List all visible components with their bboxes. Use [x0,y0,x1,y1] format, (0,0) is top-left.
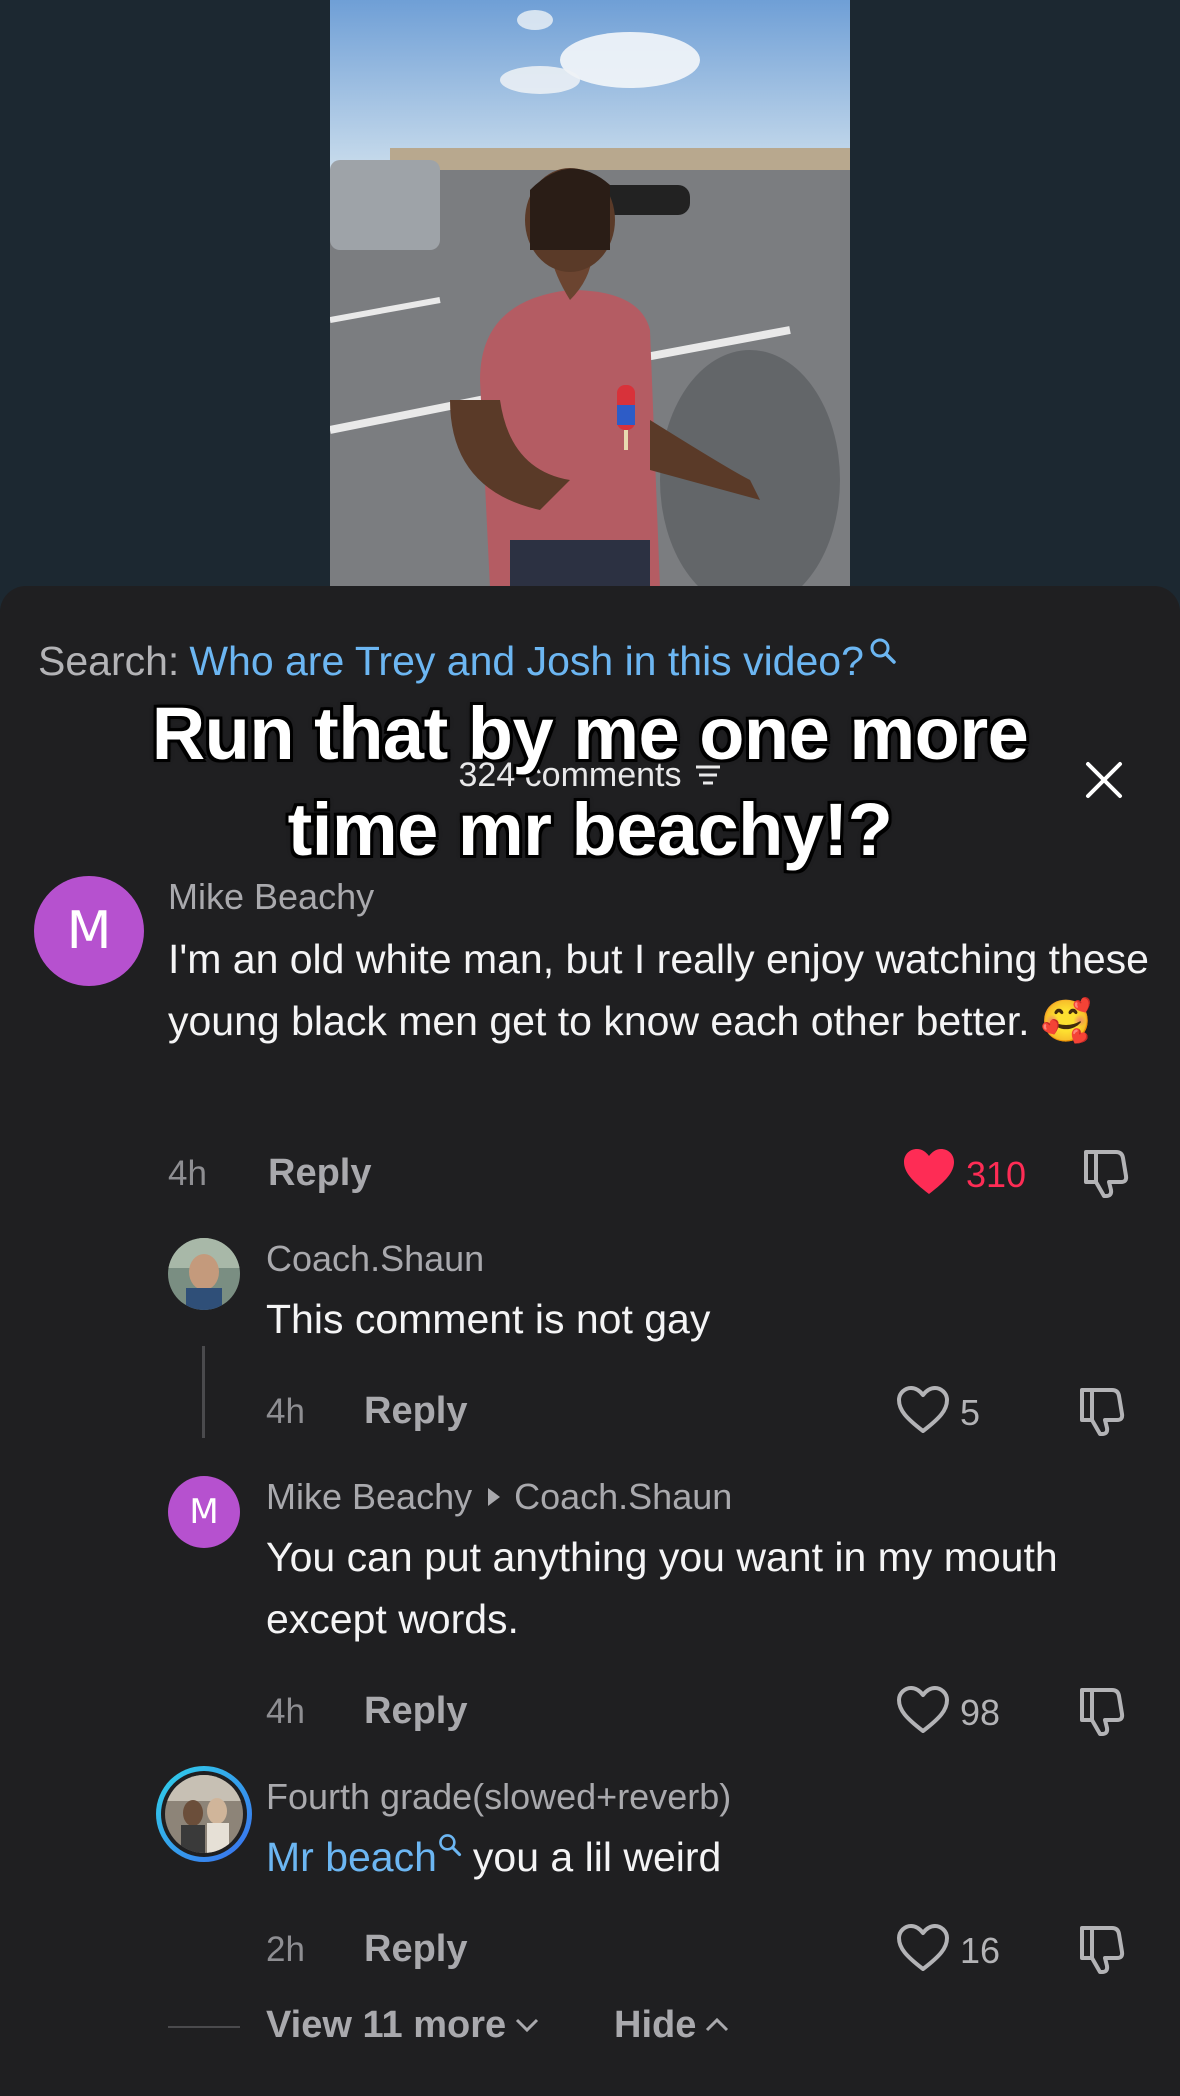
like-count: 16 [960,1930,1001,1971]
avatar-photo-image [165,1775,243,1853]
caption-line-2: time mr beachy!? [287,788,893,871]
heart-outline-icon[interactable] [896,1924,950,1974]
reply-button[interactable]: Reply [364,1690,467,1733]
comment-time: 4h [266,1692,305,1731]
search-icon [870,638,896,664]
reply-button[interactable]: Reply [268,1152,371,1195]
comment-username[interactable]: Mike Beachy [266,1476,472,1517]
view-more-label: View 11 more [266,2004,507,2046]
reply-to-username[interactable]: Coach.Shaun [514,1476,732,1517]
dislike-icon[interactable] [1076,1386,1128,1438]
comment-username[interactable]: Mike Beachy [168,876,374,918]
search-suggestion[interactable]: Search: Who are Trey and Josh in this vid… [38,638,898,685]
replies-divider [168,2026,240,2028]
video-caption-overlay: Run that by me one more time mr beachy!? [40,686,1140,878]
caption-line-1: Run that by me one more [151,692,1029,775]
view-more-replies-button[interactable]: View 11 more [266,2004,540,2047]
thread-line [202,1346,205,1438]
reply-button[interactable]: Reply [364,1390,467,1433]
comment-text: This comment is not gay [266,1296,711,1342]
comment-text: you a lil weird [472,1834,722,1880]
video-frame-image [330,0,850,588]
comment-username[interactable]: Coach.Shaun [266,1238,484,1280]
heart-outline-icon[interactable] [896,1686,950,1736]
search-icon [439,1834,461,1857]
like-count: 5 [960,1392,981,1433]
like-count: 98 [960,1692,1001,1733]
avatar[interactable]: M [34,876,144,986]
avatar-photo-image [168,1238,240,1310]
comment-time: 4h [168,1154,207,1193]
reply-to-arrow-icon [488,1488,501,1507]
video-player[interactable] [330,0,850,588]
dislike-icon[interactable] [1080,1148,1132,1200]
reply-button[interactable]: Reply [364,1928,467,1971]
comment-text: You can put anything you want in my mout… [266,1534,1058,1642]
dislike-icon[interactable] [1076,1924,1128,1976]
heart-outline-icon[interactable] [896,1386,950,1436]
avatar[interactable]: M [168,1476,240,1548]
comment-time: 4h [266,1392,305,1431]
like-count: 310 [966,1154,1027,1195]
comment-text: I'm an old white man, but I really enjoy… [168,936,1149,1044]
search-query-link[interactable]: Who are Trey and Josh in this video? [189,638,864,684]
chevron-up-icon [706,2017,729,2032]
comment-text-row: Mr beach you a lil weird [266,1826,1146,1888]
hide-replies-button[interactable]: Hide [614,2004,730,2047]
comment-username-row: Mike Beachy Coach.Shaun [266,1476,732,1518]
comment-username[interactable]: Fourth grade(slowed+reverb) [266,1776,731,1818]
chevron-down-icon [516,2018,539,2033]
dislike-icon[interactable] [1076,1686,1128,1738]
comments-sheet: Search: Who are Trey and Josh in this vid… [0,586,1180,2096]
heart-filled-icon[interactable] [902,1148,956,1198]
hide-label: Hide [614,2004,697,2046]
mention-search-link[interactable]: Mr beach [266,1834,437,1880]
comment-time: 2h [266,1930,305,1969]
search-label: Search: [38,638,180,684]
avatar[interactable] [168,1238,240,1310]
avatar-story-ring[interactable] [156,1766,252,1862]
